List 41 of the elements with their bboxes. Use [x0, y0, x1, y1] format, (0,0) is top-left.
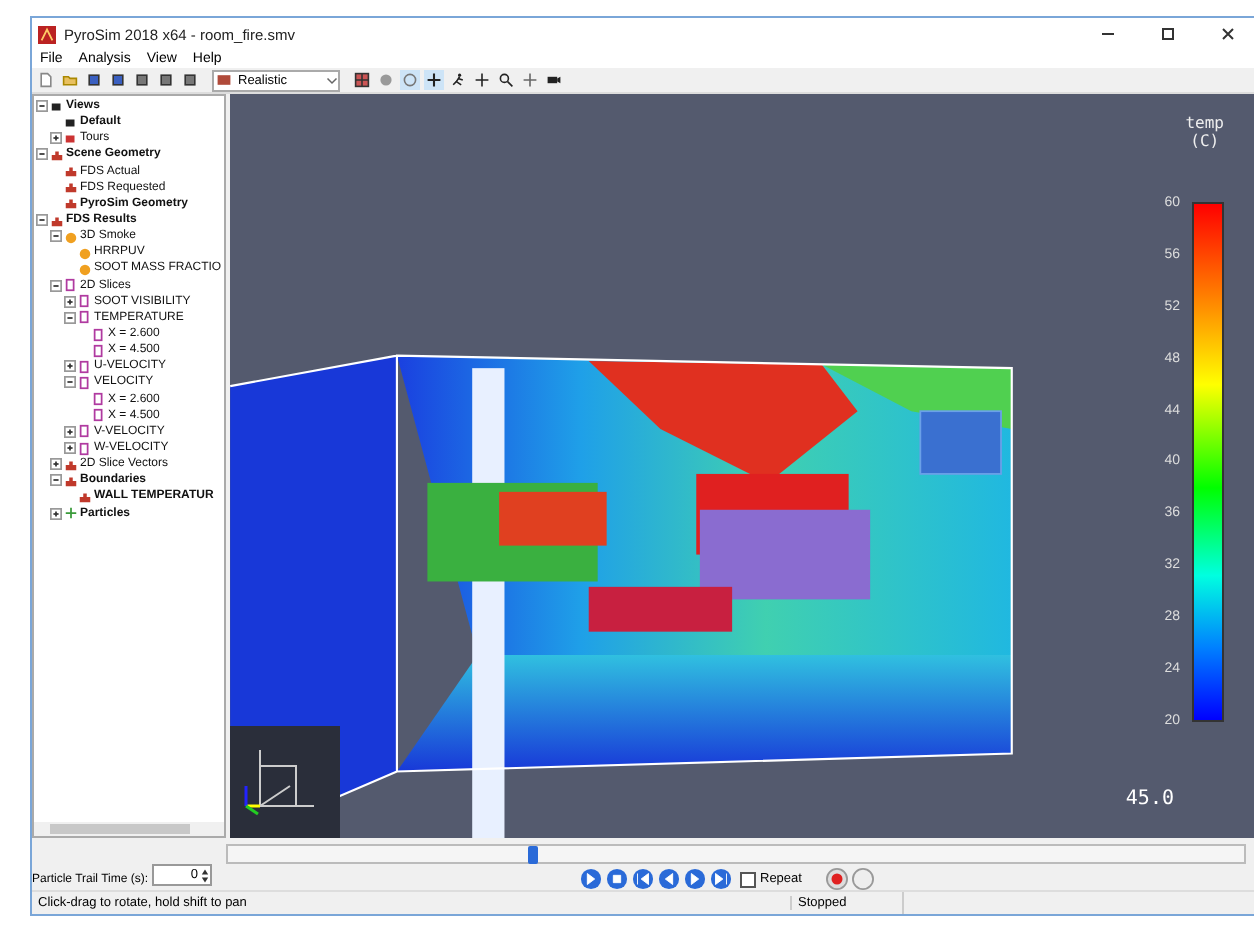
expander-icon[interactable]	[50, 507, 62, 520]
playback-button-icon[interactable]	[580, 868, 602, 890]
tour-icon	[64, 131, 78, 146]
expander-icon[interactable]	[50, 132, 62, 145]
expander-icon[interactable]	[36, 100, 48, 113]
playback-button-icon[interactable]	[710, 868, 732, 890]
playback-button-icon[interactable]	[684, 868, 706, 890]
slider-thumb[interactable]	[528, 846, 539, 864]
caret-icon	[326, 74, 338, 86]
record-icon[interactable]	[825, 868, 848, 890]
legend-title: temp (C)	[1185, 114, 1224, 150]
expander-icon[interactable]	[50, 458, 62, 471]
expander-icon[interactable]	[64, 311, 76, 324]
expander-icon[interactable]	[36, 214, 48, 227]
playback-button-icon[interactable]	[632, 868, 654, 890]
maximize-icon[interactable]	[1158, 24, 1178, 44]
time-readout: 45.0	[1125, 788, 1174, 810]
zoom-icon[interactable]	[496, 70, 516, 90]
expander-icon[interactable]	[64, 442, 76, 455]
expander-icon[interactable]	[36, 148, 48, 161]
app-logo-icon	[38, 25, 56, 43]
expander-icon[interactable]	[64, 376, 76, 389]
spinner-arrows-icon	[200, 867, 211, 883]
particles-icon	[64, 506, 78, 521]
expander-icon[interactable]	[50, 474, 62, 487]
walk-icon[interactable]	[448, 70, 468, 90]
time-slider[interactable]	[226, 844, 1246, 864]
grid-icon[interactable]	[352, 70, 372, 90]
close-icon[interactable]	[1218, 24, 1238, 44]
repeat-checkbox[interactable]	[740, 871, 756, 887]
playback-button-icon[interactable]	[606, 868, 628, 890]
horizontal-scrollbar[interactable]	[34, 822, 224, 836]
expander-icon[interactable]	[64, 295, 76, 308]
pan-icon[interactable]	[472, 70, 492, 90]
expander-icon[interactable]	[50, 279, 62, 292]
move-icon[interactable]	[424, 70, 444, 90]
expander-icon[interactable]	[64, 360, 76, 373]
expander-icon[interactable]	[64, 425, 76, 438]
playback-button-icon[interactable]	[658, 868, 680, 890]
brick-icon	[214, 70, 234, 90]
expander-icon[interactable]	[50, 230, 62, 243]
